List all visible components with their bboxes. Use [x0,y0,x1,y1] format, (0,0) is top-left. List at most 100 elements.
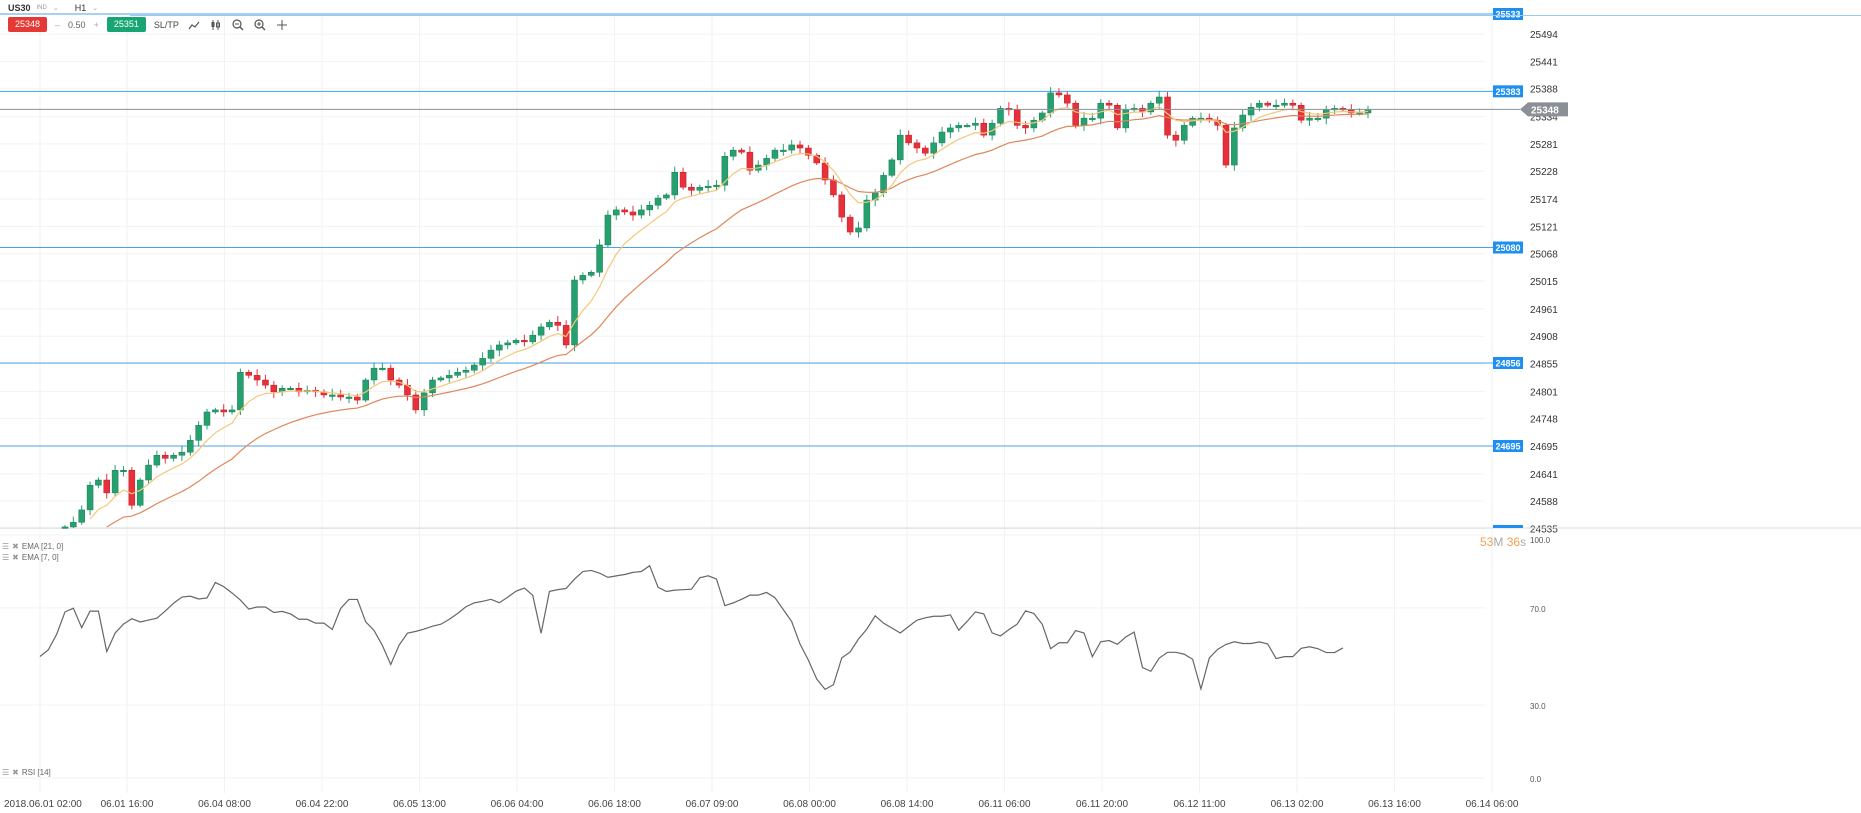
candle-body [128,469,136,506]
candle-body [504,342,511,346]
candle-body [897,134,904,161]
quantity-value[interactable]: 0.50 [68,20,86,30]
price-chart[interactable]: 2018.06.01 02:00 06.01 16:00 06.04 08:00 06… [0,0,1861,813]
crosshair-icon[interactable] [275,18,289,32]
candle-body [429,379,436,394]
candle-body [913,142,921,149]
timeframe-chevron-down-icon[interactable]: ⌄ [92,4,98,12]
menu-icon[interactable]: ☰ [2,542,9,551]
candle-body [721,156,729,186]
candle-body [1272,104,1280,107]
price-tick-label: 25281 [1530,140,1558,151]
candle-body [613,209,620,216]
sell-button[interactable]: 25348 [8,17,48,32]
candle-body [1306,117,1313,121]
candle-body [454,372,461,376]
price-tick-label: 25121 [1530,222,1558,233]
candle-countdown: 53M 36s [1480,535,1526,549]
candle-body [95,479,102,486]
level-tag-label: 25383 [1495,87,1520,97]
timeframe-select[interactable]: H1 [75,3,87,13]
candle-body [521,340,528,343]
remove-icon[interactable]: ✖ [12,553,19,562]
price-tick-label: 24801 [1530,387,1558,398]
candle-body [387,367,394,381]
countdown-minutes: 53 [1480,535,1494,549]
candle-body [922,147,929,154]
candle-body [596,244,603,273]
x-tick-label: 06.14 06:00 [1466,799,1519,810]
price-tick-label: 24748 [1530,415,1558,426]
line-chart-icon[interactable] [187,18,201,32]
candle-body [1089,117,1096,120]
countdown-m: M [1493,535,1504,549]
candle-body [679,172,687,188]
candle-body [479,358,486,366]
x-tick-label: 06.11 06:00 [978,799,1031,810]
price-tick-label: 25015 [1530,277,1558,288]
candle-body [688,186,695,191]
candle-body [78,509,85,523]
candle-body [471,364,478,371]
remove-icon[interactable]: ✖ [12,542,19,551]
candle-body [153,455,161,466]
x-tick-label: 06.06 04:00 [491,799,544,810]
candle-body [496,344,503,351]
buy-button[interactable]: 25351 [106,17,146,32]
quantity-stepper[interactable]: – 0.50 + [51,20,103,30]
candle-body [354,396,361,401]
candle-body [646,205,653,211]
x-tick-label: 06.06 18:00 [588,799,641,810]
symbol-name[interactable]: US30 [8,3,31,13]
candle-body [838,194,846,218]
zoom-out-icon[interactable] [231,18,245,32]
zoom-in-icon[interactable] [253,18,267,32]
quantity-decrease-button[interactable]: – [55,20,60,30]
candle-body [120,469,127,472]
x-tick-label: 06.12 11:00 [1173,799,1226,810]
menu-icon[interactable]: ☰ [2,768,9,777]
candle-body [329,394,336,397]
candle-body [178,451,186,456]
candle-body [1247,107,1255,116]
candlestick-icon[interactable] [209,18,223,32]
price-tick-label: 25174 [1530,195,1558,206]
candle-body [262,379,269,386]
sltp-button[interactable]: SL/TP [154,20,179,30]
candle-body [738,149,745,153]
candle-body [587,272,595,276]
price-tick-label: 24641 [1530,470,1558,481]
symbol-bar: US30 IND ⌄ H1 ⌄ [8,1,98,15]
price-tick-label: 25068 [1530,250,1558,261]
candle-body [529,334,536,343]
candle-body [86,484,94,511]
candle-body [963,125,971,128]
candle-body [771,149,779,159]
candle-body [562,325,570,346]
candle-body [1289,102,1297,106]
rsi-legend[interactable]: ☰ ✖ RSI [14] [2,768,51,777]
candle-body [638,209,645,216]
candle-body [830,179,837,196]
x-tick-label: 06.08 14:00 [881,799,934,810]
candle-body [1281,102,1288,106]
quantity-increase-button[interactable]: + [94,20,99,30]
rsi-tick-label: 100.0 [1530,536,1551,545]
toolbar-divider [130,15,1861,16]
candle-body [855,227,862,233]
ema21-legend[interactable]: ☰ ✖ EMA [21, 0] [2,542,63,551]
x-tick-label: 06.01 16:00 [101,799,154,810]
remove-icon[interactable]: ✖ [12,768,19,777]
ema7-legend[interactable]: ☰ ✖ EMA [7, 0] [2,553,59,562]
candle-body [579,275,587,281]
candle-body [888,159,896,176]
trade-bar: 25348 – 0.50 + 25351 SL/TP [8,17,289,32]
candle-body [1314,117,1322,120]
candle-body [1055,92,1063,96]
candle-body [1264,102,1272,106]
level-tag-label: 25080 [1495,243,1520,253]
menu-icon[interactable]: ☰ [2,553,9,562]
price-tick-label: 24961 [1530,305,1558,316]
symbol-chevron-down-icon[interactable]: ⌄ [53,4,59,12]
countdown-s: s [1520,535,1527,549]
